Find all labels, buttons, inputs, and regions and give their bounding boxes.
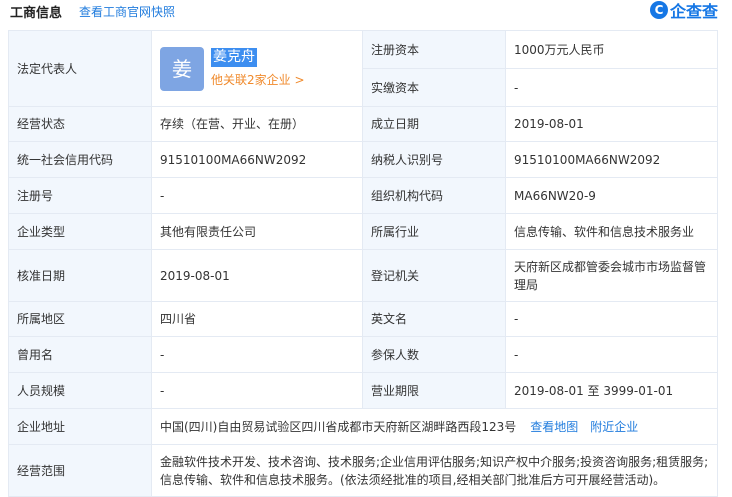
related-companies-link[interactable]: 他关联2家企业 > <box>211 71 305 89</box>
business-info-table: 法定代表人 姜 姜克舟 他关联2家企业 > 注册资本 1000万元人民币 实缴资… <box>8 30 718 497</box>
section-header: 工商信息 查看工商官网快照 C 企查查 <box>0 0 732 22</box>
term-label: 营业期限 <box>362 372 506 409</box>
org-code-label: 组织机构代码 <box>362 177 506 214</box>
table-row: 核准日期 2019-08-01 登记机关 天府新区成都管委会城市市场监督管理局 <box>8 249 718 302</box>
table-row: 法定代表人 姜 姜克舟 他关联2家企业 > 注册资本 1000万元人民币 <box>8 30 718 107</box>
reg-capital-value: 1000万元人民币 <box>505 30 718 69</box>
company-type-value: 其他有限责任公司 <box>151 213 363 250</box>
legal-rep-avatar[interactable]: 姜 <box>160 46 204 91</box>
table-row: 曾用名 - 参保人数 - <box>8 336 718 373</box>
table-row: 所属地区 四川省 英文名 - <box>8 301 718 337</box>
reg-no-value: - <box>151 177 363 214</box>
legal-rep-label: 法定代表人 <box>8 30 152 107</box>
nearby-companies-link[interactable]: 附近企业 <box>590 420 638 434</box>
brand-logo: C 企查查 <box>649 0 718 21</box>
view-map-link[interactable]: 查看地图 <box>530 420 578 434</box>
brand-name: 企查查 <box>669 2 718 21</box>
english-name-value: - <box>505 301 718 337</box>
table-row: 企业地址 中国(四川)自由贸易试验区四川省成都市天府新区湖畔路西段123号 查看地… <box>8 408 718 445</box>
industry-label: 所属行业 <box>362 213 506 250</box>
table-row: 经营状态 存续（在营、开业、在册） 成立日期 2019-08-01 <box>8 106 718 142</box>
brand-mark-icon: C <box>649 1 668 19</box>
reg-capital-label: 注册资本 <box>362 30 506 69</box>
insured-value: - <box>505 336 718 373</box>
industry-value: 信息传输、软件和信息技术服务业 <box>505 213 718 250</box>
insured-label: 参保人数 <box>362 336 506 373</box>
established-label: 成立日期 <box>362 106 506 142</box>
scope-value: 金融软件技术开发、技术咨询、技术服务;企业信用评估服务;知识产权中介服务;投资咨… <box>151 444 718 497</box>
reg-no-label: 注册号 <box>8 177 152 214</box>
paid-capital-value: - <box>505 68 718 107</box>
status-label: 经营状态 <box>8 106 152 142</box>
address-label: 企业地址 <box>8 408 152 445</box>
former-name-value: - <box>151 336 363 373</box>
table-row: 经营范围 金融软件技术开发、技术咨询、技术服务;企业信用评估服务;知识产权中介服… <box>8 444 718 497</box>
taxpayer-id-label: 纳税人识别号 <box>362 141 506 178</box>
approval-date-label: 核准日期 <box>8 249 152 302</box>
taxpayer-id-value: 91510100MA66NW2092 <box>505 141 718 178</box>
approval-date-value: 2019-08-01 <box>151 249 363 302</box>
legal-rep-name[interactable]: 姜克舟 <box>211 48 257 67</box>
region-value: 四川省 <box>151 301 363 337</box>
english-name-label: 英文名 <box>362 301 506 337</box>
legal-rep-cell: 姜 姜克舟 他关联2家企业 > <box>151 30 363 107</box>
credit-code-label: 统一社会信用代码 <box>8 141 152 178</box>
table-row: 统一社会信用代码 91510100MA66NW2092 纳税人识别号 91510… <box>8 141 718 178</box>
status-value: 存续（在营、开业、在册） <box>151 106 363 142</box>
term-value: 2019-08-01 至 3999-01-01 <box>505 372 718 409</box>
authority-value: 天府新区成都管委会城市市场监督管理局 <box>505 249 718 302</box>
paid-capital-label: 实缴资本 <box>362 68 506 107</box>
scope-label: 经营范围 <box>8 444 152 497</box>
address-cell: 中国(四川)自由贸易试验区四川省成都市天府新区湖畔路西段123号 查看地图 附近企业 <box>151 408 718 445</box>
section-title: 工商信息 <box>10 6 63 21</box>
established-value: 2019-08-01 <box>505 106 718 142</box>
authority-label: 登记机关 <box>362 249 506 302</box>
table-row: 注册号 - 组织机构代码 MA66NW20-9 <box>8 177 718 214</box>
credit-code-value: 91510100MA66NW2092 <box>151 141 363 178</box>
company-type-label: 企业类型 <box>8 213 152 250</box>
staff-size-label: 人员规模 <box>8 372 152 409</box>
org-code-value: MA66NW20-9 <box>505 177 718 214</box>
table-row: 企业类型 其他有限责任公司 所属行业 信息传输、软件和信息技术服务业 <box>8 213 718 250</box>
region-label: 所属地区 <box>8 301 152 337</box>
staff-size-value: - <box>151 372 363 409</box>
official-snapshot-link[interactable]: 查看工商官网快照 <box>79 3 175 20</box>
former-name-label: 曾用名 <box>8 336 152 373</box>
address-value: 中国(四川)自由贸易试验区四川省成都市天府新区湖畔路西段123号 <box>160 419 517 434</box>
table-row: 人员规模 - 营业期限 2019-08-01 至 3999-01-01 <box>8 372 718 409</box>
